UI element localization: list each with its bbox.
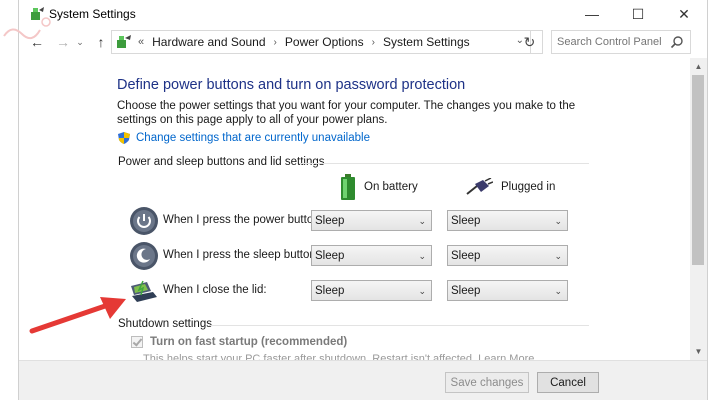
breadcrumb-separator[interactable]: › [274, 37, 277, 48]
search-box[interactable] [551, 30, 691, 54]
chevron-down-icon: ⌄ [418, 251, 426, 261]
column-header-battery: On battery [341, 174, 418, 200]
chevron-down-icon: ⌄ [554, 216, 562, 226]
select-value: Sleep [315, 249, 345, 262]
power-button-icon [130, 207, 158, 235]
up-button[interactable]: ↑ [91, 32, 111, 52]
chevron-down-icon: ⌄ [554, 251, 562, 261]
scroll-up-icon[interactable]: ▲ [690, 58, 707, 75]
power-button-battery-select[interactable]: Sleep ⌄ [311, 210, 432, 231]
sleep-button-plugged-select[interactable]: Sleep ⌄ [447, 245, 568, 266]
refresh-button[interactable]: ↻ [517, 30, 543, 54]
power-button-row: When I press the power button: Sleep ⌄ S… [129, 206, 589, 238]
power-button-label: When I press the power button: [163, 214, 323, 226]
change-settings-link[interactable]: Change settings that are currently unava… [117, 131, 370, 145]
close-button[interactable]: ✕ [661, 0, 707, 28]
lid-close-plugged-select[interactable]: Sleep ⌄ [447, 280, 568, 301]
section-divider [209, 325, 589, 326]
change-settings-label[interactable]: Change settings that are currently unava… [136, 132, 370, 144]
navigation-bar: ← → ⌄ ↑ « Hardware and Sound › Power Opt… [19, 28, 707, 56]
sleep-button-battery-select[interactable]: Sleep ⌄ [311, 245, 432, 266]
breadcrumb-overflow[interactable]: « [138, 36, 144, 48]
page-description: Choose the power settings that you want … [117, 100, 576, 126]
select-value: Sleep [451, 214, 481, 227]
red-arrow-annotation [29, 297, 126, 334]
laptop-lid-icon [131, 280, 157, 302]
page-title: Define power buttons and turn on passwor… [117, 77, 466, 93]
maximize-button[interactable]: ☐ [615, 0, 661, 28]
chevron-down-icon: ⌄ [418, 286, 426, 296]
lid-close-row: When I close the lid: Sleep ⌄ Sleep ⌄ [129, 276, 589, 308]
section-divider [299, 163, 589, 164]
address-bar[interactable]: « Hardware and Sound › Power Options › S… [111, 30, 531, 54]
uac-shield-icon [118, 132, 130, 144]
fast-startup-note: This helps start your PC faster after sh… [143, 353, 535, 360]
chevron-down-icon: ⌄ [418, 216, 426, 226]
power-button-plugged-select[interactable]: Sleep ⌄ [447, 210, 568, 231]
fast-startup-checkbox[interactable]: Turn on fast startup (recommended) [131, 336, 347, 348]
breadcrumb-power-options[interactable]: Power Options [285, 35, 364, 49]
vertical-scrollbar[interactable]: ▲ ▼ [690, 58, 707, 360]
section-title-shutdown: Shutdown settings [118, 318, 212, 330]
sleep-button-row: When I press the sleep button: Sleep ⌄ S… [129, 241, 589, 273]
select-value: Sleep [315, 214, 345, 227]
select-value: Sleep [451, 284, 481, 297]
sleep-button-label: When I press the sleep button: [163, 249, 319, 261]
power-plug-icon [466, 178, 493, 195]
on-battery-label: On battery [364, 181, 418, 193]
breadcrumb-system-settings[interactable]: System Settings [383, 35, 470, 49]
save-changes-button[interactable]: Save changes [445, 372, 529, 393]
scroll-down-icon[interactable]: ▼ [690, 343, 707, 360]
breadcrumb-separator[interactable]: › [372, 37, 375, 48]
section-title-power: Power and sleep buttons and lid settings [118, 156, 325, 168]
system-settings-window: System Settings — ☐ ✕ ← → ⌄ ↑ « Hardware… [18, 0, 708, 400]
control-panel-icon [117, 35, 131, 48]
lid-close-label: When I close the lid: [163, 284, 267, 296]
chevron-down-icon: ⌄ [554, 286, 562, 296]
recent-locations-button[interactable]: ⌄ [73, 32, 87, 52]
select-value: Sleep [451, 249, 481, 262]
sleep-button-icon [130, 242, 158, 270]
title-bar: System Settings — ☐ ✕ [19, 0, 707, 28]
lid-close-battery-select[interactable]: Sleep ⌄ [311, 280, 432, 301]
watermark-logo [3, 17, 51, 40]
breadcrumb-hardware-and-sound[interactable]: Hardware and Sound [152, 35, 265, 49]
column-header-plugged: Plugged in [465, 178, 555, 196]
cancel-button[interactable]: Cancel [537, 372, 599, 393]
footer-bar: Save changes Cancel [19, 360, 707, 400]
checkbox-checked-icon[interactable] [131, 336, 143, 348]
select-value: Sleep [315, 284, 345, 297]
plugged-in-label: Plugged in [501, 181, 556, 193]
scroll-thumb[interactable] [692, 75, 704, 265]
minimize-button[interactable]: — [569, 0, 615, 28]
search-icon[interactable] [670, 35, 684, 49]
window-title: System Settings [49, 7, 136, 21]
search-input[interactable] [552, 31, 664, 53]
battery-icon [341, 174, 355, 200]
fast-startup-label: Turn on fast startup (recommended) [150, 336, 348, 348]
